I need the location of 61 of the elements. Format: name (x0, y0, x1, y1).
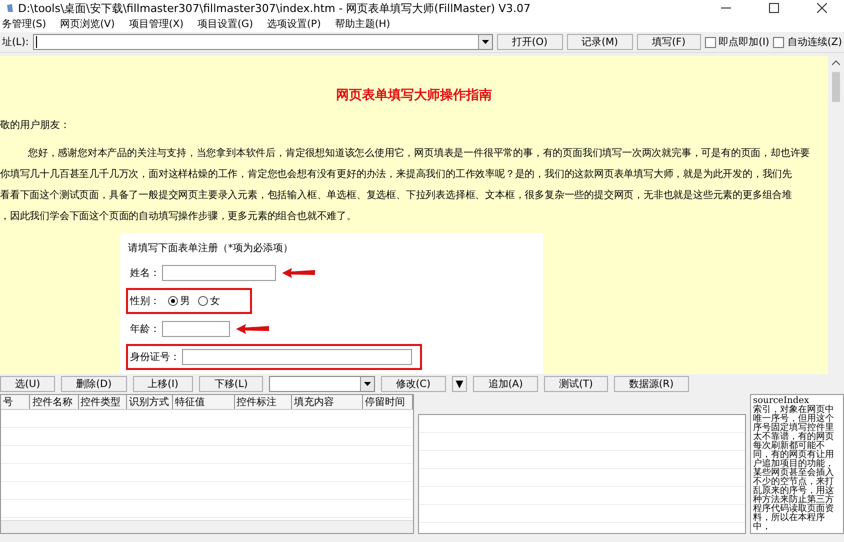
field-label: 年龄： (130, 322, 160, 336)
toolbar-button[interactable]: 打开(O) (496, 34, 563, 50)
toolbar-button[interactable]: 修改(C) (380, 376, 446, 392)
address-label: 址(L): (2, 36, 29, 49)
greeting-text: 敬的用户朋友： (0, 118, 71, 132)
radio-label: 男 (180, 295, 190, 308)
column-header[interactable]: 控件标注 (234, 395, 292, 409)
menu-item[interactable]: 项目设置(G) (197, 17, 254, 31)
scroll-up-icon[interactable] (832, 60, 840, 66)
input-field[interactable] (162, 265, 276, 281)
toolbar-button[interactable]: 测试(T) (544, 376, 608, 392)
menu-item[interactable]: 务管理(S) (2, 17, 46, 31)
window-title: D:\tools\桌面\安下载\fillmaster307\fillmaster307\index.htm - 网页表单填写大师(FillMaster) V3.07 (18, 0, 532, 16)
close-icon[interactable] (817, 3, 827, 13)
checkbox-label: 即点即加(I) (718, 36, 770, 49)
radio-button[interactable] (168, 296, 178, 306)
column-header[interactable]: 控件名称 (30, 395, 79, 409)
input-field[interactable] (182, 349, 412, 365)
toolbar-button[interactable]: 删除(D) (61, 376, 127, 392)
toolbar-button[interactable]: 数据源(R) (614, 376, 689, 392)
toolbar-button[interactable]: 追加(A) (473, 376, 538, 392)
radio-button[interactable] (198, 296, 208, 306)
page-heading: 网页表单填写大师操作指南 (335, 87, 493, 104)
field-label: 性别： (130, 294, 160, 308)
menu-item[interactable]: 网页浏览(V) (60, 17, 115, 31)
paragraph-line: 您好，感谢您对本产品的关注与支持，当您拿到本软件后，肯定很想知道该怎么使用它，网页填表是一件很平常的事，有的页面我们填写一次两次就完事，可是有的页面，却也许要 (27, 146, 812, 161)
help-text: sourceIndex 索引，对象在网页中唯一序号，但用这个序号固定填写控件里太不靠谱，有的网页每次刷新都可能不同，有的网页有让用户追加项目的功能，某些网页甚至会插入不少的空节点，来打乱原来的序号，用这种方法来防止第三方程序代码读取页面资料，所以在本程序中， (750, 394, 844, 534)
field-label: 姓名： (130, 267, 160, 280)
dropdown-arrow-icon[interactable] (364, 382, 371, 386)
toolbar-button[interactable]: 上移(I) (132, 376, 194, 392)
menu-item[interactable]: 选项设置(P) (267, 17, 321, 31)
column-header[interactable]: 号 (1, 395, 30, 409)
field-label: 身份证号： (130, 351, 180, 364)
horizontal-scrollbar[interactable] (1, 520, 413, 533)
form-intro: 请填写下面表单注册（*项为必添项） (128, 242, 294, 255)
radio-label: 女 (210, 295, 220, 308)
checkbox-label: 自动连续(Z) (787, 36, 842, 49)
toolbar-button[interactable]: 下移(L) (199, 376, 263, 392)
paragraph-line: ，因此我们学会下面这个页面的自动填写操作步骤，更多元素的组合也就不难了。 (0, 210, 358, 224)
checkbox[interactable] (704, 36, 716, 48)
scrollbar-thumb[interactable] (832, 72, 840, 102)
column-header[interactable]: 停留时间 (362, 395, 414, 409)
toolbar-button[interactable]: ▼ (452, 376, 468, 392)
maximize-icon[interactable] (769, 3, 779, 13)
toolbar-button[interactable]: 填写(F) (637, 34, 701, 50)
paragraph-line: 你填写几十几百甚至几千几万次，面对这样枯燥的工作，肯定您也会想有没有更好的办法，来提高我们的工作效率呢？是的，我们的这款网页表单填写大师，就是为此开发的，我们先 (0, 168, 794, 182)
menu-item[interactable]: 项目管理(X) (128, 17, 184, 31)
menu-item[interactable]: 帮助主题(H) (334, 17, 390, 31)
address-field[interactable] (32, 34, 493, 50)
column-header[interactable]: 特征值 (173, 395, 234, 409)
toolbar-button[interactable]: 记录(M) (566, 34, 634, 50)
column-header[interactable]: 控件类型 (78, 395, 127, 409)
checkbox[interactable] (773, 36, 784, 48)
dropdown-field[interactable] (268, 376, 375, 392)
dropdown-arrow-icon[interactable] (482, 40, 489, 44)
paragraph-line: 看看下面这个测试页面，具备了一般提交网页主要录入元素，包括输入框、单选框、复选框、下拉列表选择框、文本框，很多复杂一些的提交网页，无非也就是这些元素的更多组合堆 (0, 188, 794, 203)
toolbar-button[interactable]: 选(U) (0, 376, 56, 392)
app-icon (6, 3, 14, 13)
input-field[interactable] (162, 321, 230, 337)
column-header[interactable]: 识别方式 (126, 395, 174, 409)
column-header[interactable]: 填充内容 (292, 395, 363, 409)
